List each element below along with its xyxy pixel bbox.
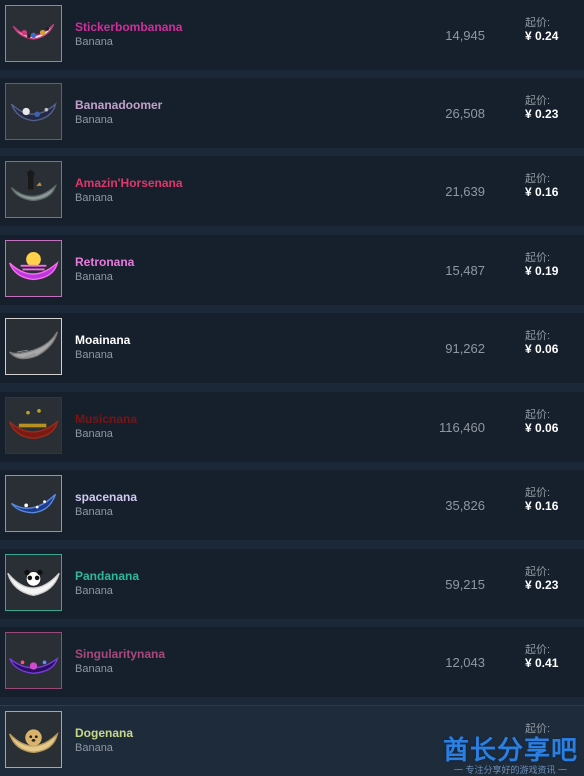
item-name[interactable]: spacenana (75, 490, 137, 504)
starting-price-label: 起价: (525, 173, 551, 185)
listing-quantity: 12,043 (445, 655, 485, 670)
doom-banana-icon (5, 83, 62, 140)
starting-price: ¥ 0.23 (525, 107, 559, 121)
listing-quantity: 59,215 (445, 577, 485, 592)
listing-quantity: 21,639 (445, 184, 485, 199)
game-name: Banana (75, 663, 113, 675)
starting-price: ¥ 0.06 (525, 342, 559, 356)
listing-row[interactable]: Musicnana Banana 116,460 起价: ¥ 0.06 (0, 392, 584, 462)
game-name: Banana (75, 36, 113, 48)
listing-row[interactable]: Bananadoomer Banana 26,508 起价: ¥ 0.23 (0, 78, 584, 148)
starting-price: ¥ 0.06 (525, 421, 559, 435)
retro-banana-icon (5, 240, 62, 297)
item-name[interactable]: Stickerbombanana (75, 20, 182, 34)
item-name[interactable]: Amazin'Horsenana (75, 176, 183, 190)
starting-price-label: 起价: (525, 409, 551, 421)
listing-quantity: 91,262 (445, 341, 485, 356)
listing-row[interactable]: Moainana Banana 91,262 起价: ¥ 0.06 (0, 313, 584, 383)
listing-quantity: 116,460 (438, 420, 485, 435)
starting-price: ¥ 0.41 (525, 656, 559, 670)
starting-price: ¥ 0.16 (525, 499, 559, 513)
listing-quantity: 14,945 (445, 28, 485, 43)
starting-price: ¥ 0.23 (525, 578, 559, 592)
starting-price-label: 起价: (525, 17, 551, 29)
starting-price: ¥ 0.24 (525, 29, 559, 43)
starting-price: ¥ 0.16 (525, 185, 559, 199)
space-banana-icon (5, 475, 62, 532)
item-name[interactable]: Bananadoomer (75, 98, 162, 112)
game-name: Banana (75, 428, 113, 440)
item-name[interactable]: Musicnana (75, 412, 137, 426)
game-name: Banana (75, 506, 113, 518)
listing-quantity: 35,826 (445, 498, 485, 513)
horse-banana-icon (5, 161, 62, 218)
listing-row[interactable]: Pandanana Banana 59,215 起价: ¥ 0.23 (0, 549, 584, 619)
game-name: Banana (75, 192, 113, 204)
listing-row[interactable]: Amazin'Horsenana Banana 21,639 起价: ¥ 0.16 (0, 156, 584, 226)
listing-row[interactable]: spacenana Banana 35,826 起价: ¥ 0.16 (0, 470, 584, 540)
item-name[interactable]: Singularitynana (75, 647, 165, 661)
starting-price: ¥ 0.19 (525, 264, 559, 278)
game-name: Banana (75, 585, 113, 597)
game-name: Banana (75, 114, 113, 126)
starting-price-label: 起价: (525, 644, 551, 656)
doge-banana-icon (5, 711, 62, 768)
singularity-banana-icon (5, 632, 62, 689)
game-name: Banana (75, 742, 113, 754)
item-name[interactable]: Moainana (75, 333, 130, 347)
game-name: Banana (75, 349, 113, 361)
listing-row[interactable]: Singularitynana Banana 12,043 起价: ¥ 0.41 (0, 627, 584, 697)
listing-row[interactable]: Dogenana Banana 起价: (0, 705, 584, 776)
starting-price-label: 起价: (525, 95, 551, 107)
listing-quantity: 26,508 (445, 106, 485, 121)
starting-price-label: 起价: (525, 330, 551, 342)
starting-price-label: 起价: (525, 566, 551, 578)
music-banana-icon (5, 397, 62, 454)
moai-banana-icon (5, 318, 62, 375)
starting-price-label: 起价: (525, 487, 551, 499)
starting-price-label: 起价: (525, 723, 551, 735)
game-name: Banana (75, 271, 113, 283)
listing-quantity: 15,487 (445, 263, 485, 278)
panda-banana-icon (5, 554, 62, 611)
item-name[interactable]: Dogenana (75, 726, 133, 740)
item-name[interactable]: Pandanana (75, 569, 139, 583)
listing-row[interactable]: Retronana Banana 15,487 起价: ¥ 0.19 (0, 235, 584, 305)
listing-row[interactable]: Stickerbombanana Banana 14,945 起价: ¥ 0.24 (0, 0, 584, 70)
item-name[interactable]: Retronana (75, 255, 134, 269)
starting-price-label: 起价: (525, 252, 551, 264)
sticker-banana-icon (5, 5, 62, 62)
